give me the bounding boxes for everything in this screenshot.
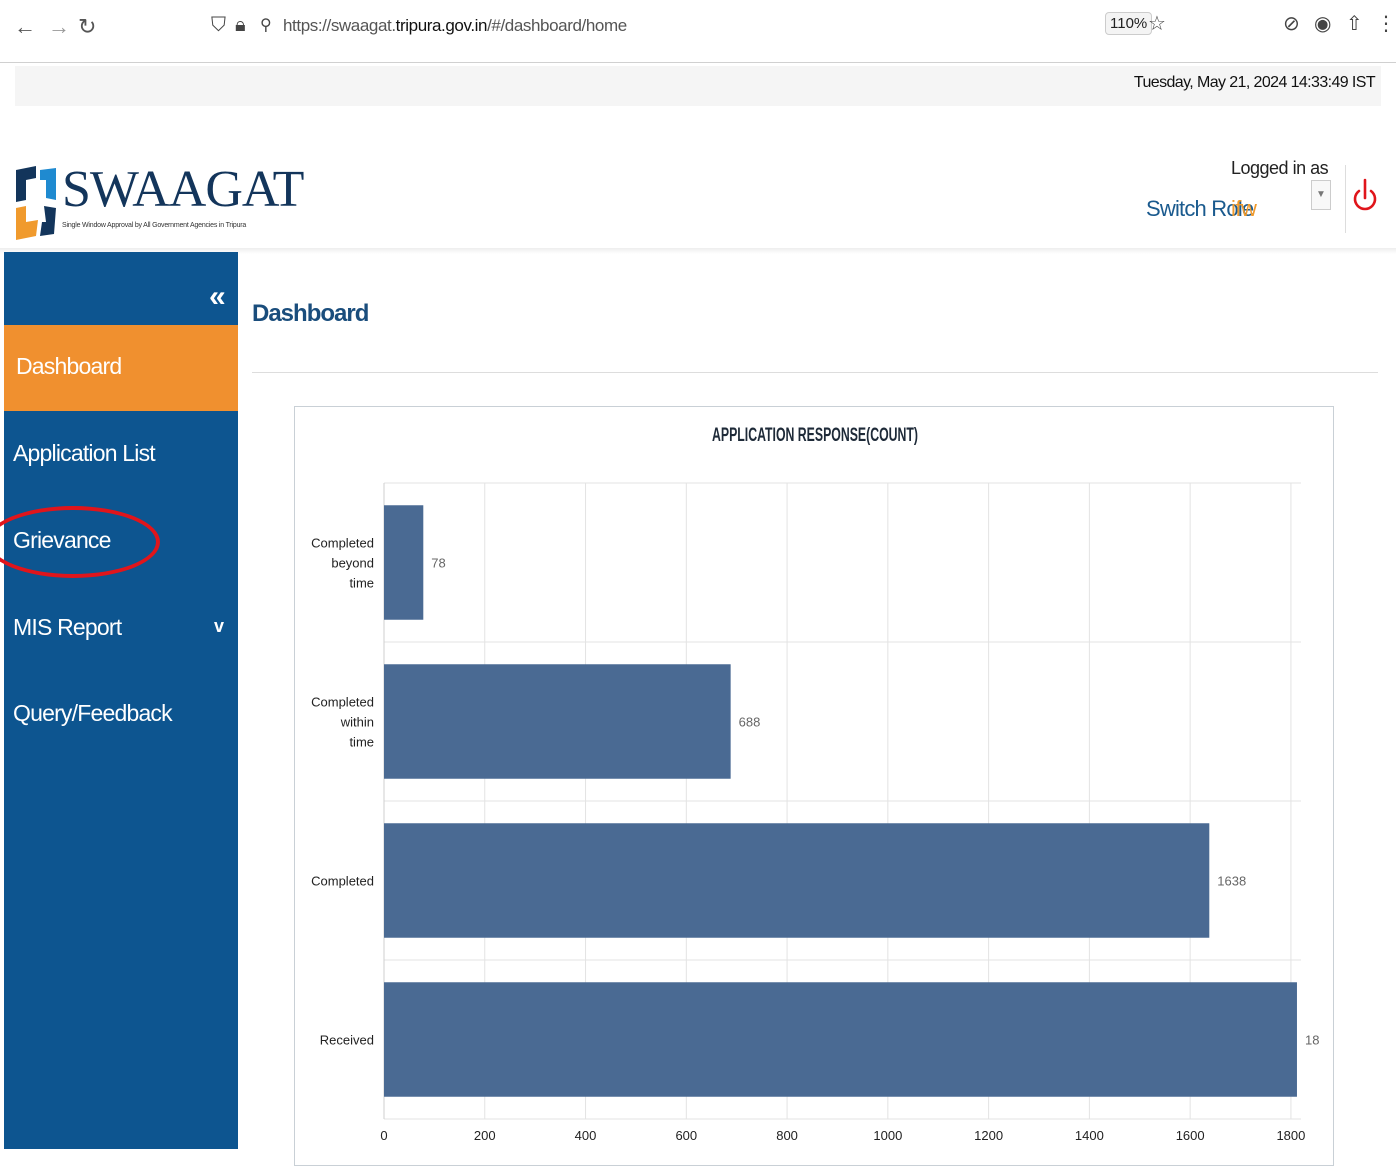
sidebar-item-grievance[interactable]: Grievance xyxy=(4,499,238,585)
user-dropdown[interactable]: ▼ xyxy=(1311,180,1331,210)
logo-wordmark: SWAAGAT xyxy=(62,161,304,218)
menu-icon[interactable]: ⋮ xyxy=(1376,11,1396,36)
x-tick-label: 200 xyxy=(474,1128,496,1143)
swaagat-logo[interactable]: SWAAGAT Single Window Approval by All Go… xyxy=(14,160,304,246)
chart-title: APPLICATION RESPONSE(COUNT) xyxy=(712,425,918,446)
bar[interactable] xyxy=(384,823,1210,938)
sidebar-item-application-list[interactable]: Application List xyxy=(4,412,238,498)
chart-panel: APPLICATION RESPONSE(COUNT) 0 200 400 600 80… xyxy=(294,406,1334,1166)
forward-icon[interactable]: → xyxy=(48,12,70,42)
account-icon[interactable]: ◉ xyxy=(1314,11,1331,36)
lock-icon[interactable]: 🔒︎ xyxy=(235,14,246,37)
url-text[interactable]: https://swaagat.tripura.gov.in/#/dashboa… xyxy=(283,16,627,36)
x-tick-label: 1000 xyxy=(873,1128,902,1143)
page-title: Dashboard xyxy=(252,300,369,327)
sidebar-item-label: Dashboard xyxy=(16,353,122,379)
collapse-sidebar-icon[interactable]: « xyxy=(209,280,226,314)
sidebar-item-label: Query/Feedback xyxy=(13,700,173,726)
permissions-icon[interactable]: ⚲ xyxy=(260,15,272,35)
pocket-icon[interactable]: ⊘ xyxy=(1283,11,1300,36)
data-label: 78 xyxy=(431,556,445,571)
sidebar-item-label: Application List xyxy=(13,440,156,466)
sidebar-item-label: MIS Report xyxy=(13,614,122,640)
header-divider xyxy=(1345,165,1346,233)
category-label: Completed within time xyxy=(311,695,374,750)
sidebar: « Dashboard Application List Grievance M… xyxy=(4,252,238,1149)
application-response-chart: APPLICATION RESPONSE(COUNT) 0 200 400 600 80… xyxy=(311,425,1319,1143)
reload-icon[interactable]: ↻ xyxy=(78,12,96,42)
data-label: 688 xyxy=(739,715,761,730)
sidebar-item-query-feedback[interactable]: Query/Feedback xyxy=(4,672,238,758)
x-tick-label: 600 xyxy=(675,1128,697,1143)
category-label: Completed xyxy=(311,874,374,889)
sidebar-item-mis-report[interactable]: MIS Report v xyxy=(4,586,238,672)
back-icon[interactable]: ← xyxy=(14,12,36,42)
x-tick-label: 1800 xyxy=(1276,1128,1305,1143)
logo-mark-icon xyxy=(16,166,56,240)
bar[interactable] xyxy=(384,664,731,779)
zoom-level[interactable]: 110% xyxy=(1105,12,1153,35)
x-tick-label: 1200 xyxy=(974,1128,1003,1143)
logged-in-label: Logged in as xyxy=(1231,158,1329,178)
extensions-icon[interactable]: ⇧ xyxy=(1346,11,1363,36)
power-logout-icon[interactable] xyxy=(1352,168,1378,220)
category-label: Received xyxy=(320,1033,374,1048)
title-divider xyxy=(252,372,1378,373)
sidebar-item-label: Grievance xyxy=(13,527,111,553)
bar[interactable] xyxy=(384,982,1297,1097)
x-tick-label: 400 xyxy=(575,1128,597,1143)
x-tick-label: 1600 xyxy=(1176,1128,1205,1143)
x-tick-label: 800 xyxy=(776,1128,798,1143)
toolbar-divider xyxy=(0,62,1396,63)
browser-toolbar: ← → ↻ ⛉ 🔒︎ ⚲ https://swaagat.tripura.gov… xyxy=(0,0,1396,56)
date-strip: Tuesday, May 21, 2024 14:33:49 IST xyxy=(15,66,1381,106)
chevron-down-icon: v xyxy=(214,616,224,636)
sidebar-item-dashboard[interactable]: Dashboard xyxy=(4,325,238,411)
bookmark-star-icon[interactable]: ☆ xyxy=(1148,11,1166,36)
x-tick-label: 1400 xyxy=(1075,1128,1104,1143)
current-datetime: Tuesday, May 21, 2024 14:33:49 IST xyxy=(1133,74,1376,91)
data-label: 1638 xyxy=(1217,874,1246,889)
logged-in-user: ifw xyxy=(1231,196,1257,221)
bar[interactable] xyxy=(384,505,424,620)
category-label: Completed beyond time xyxy=(311,536,374,591)
caret-down-icon: ▼ xyxy=(1316,189,1326,200)
shield-icon[interactable]: ⛉ xyxy=(211,14,226,37)
x-tick-label: 0 xyxy=(380,1128,387,1143)
logo-tagline: Single Window Approval by All Government… xyxy=(62,222,247,229)
address-bar[interactable]: ⛉ 🔒︎ ⚲ https://swaagat.tripura.gov.in/#/… xyxy=(205,8,1105,46)
data-label: 18 xyxy=(1305,1033,1319,1048)
